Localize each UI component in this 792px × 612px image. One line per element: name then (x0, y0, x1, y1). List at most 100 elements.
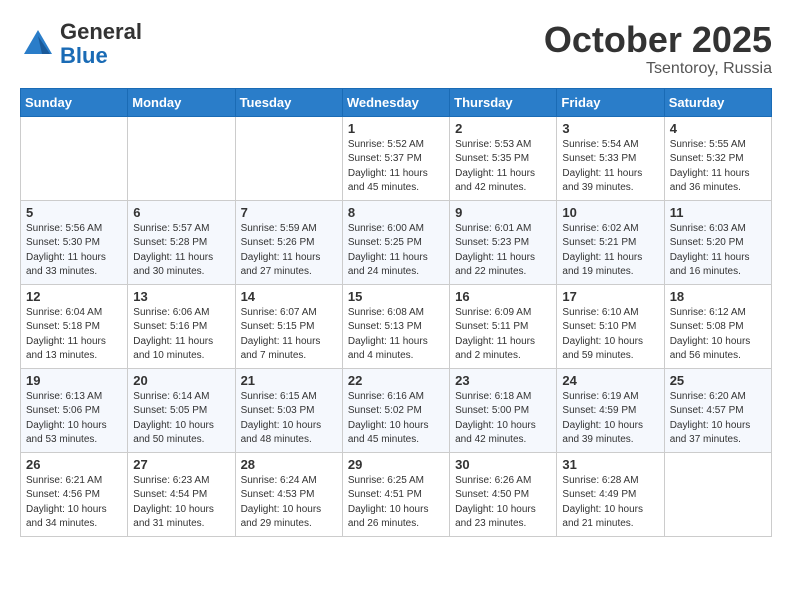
day-info: Sunrise: 6:19 AM Sunset: 4:59 PM Dayligh… (562, 390, 658, 448)
day-number: 26 (26, 457, 122, 472)
calendar-cell: 7 Sunrise: 5:59 AM Sunset: 5:26 PM Daylig… (235, 200, 342, 284)
day-info: Sunrise: 6:07 AM Sunset: 5:15 PM Dayligh… (241, 306, 337, 364)
calendar-cell: 25Sunrise: 6:20 AM Sunset: 4:57 PM Dayli… (664, 368, 771, 452)
weekday-header-friday: Friday (557, 88, 664, 116)
calendar-cell: 2Sunrise: 5:53 AM Sunset: 5:35 PM Daylig… (450, 116, 557, 200)
day-number: 18 (670, 289, 766, 304)
day-info: Sunrise: 5:59 AM Sunset: 5:26 PM Dayligh… (241, 222, 337, 280)
day-info: Sunrise: 6:13 AM Sunset: 5:06 PM Dayligh… (26, 390, 122, 448)
calendar-cell (664, 452, 771, 536)
day-info: Sunrise: 6:01 AM Sunset: 5:23 PM Dayligh… (455, 222, 551, 280)
day-info: Sunrise: 6:15 AM Sunset: 5:03 PM Dayligh… (241, 390, 337, 448)
calendar-week-row: 1 Sunrise: 5:52 AM Sunset: 5:37 PM Daylig… (21, 116, 772, 200)
day-number: 15 (348, 289, 444, 304)
calendar-cell: 4 Sunrise: 5:55 AM Sunset: 5:32 PM Daylig… (664, 116, 771, 200)
day-number: 28 (241, 457, 337, 472)
logo-text: GeneralBlue (60, 20, 142, 68)
logo-icon (20, 26, 56, 62)
calendar-cell: 24 Sunrise: 6:19 AM Sunset: 4:59 PM Dayli… (557, 368, 664, 452)
calendar-table: SundayMondayTuesdayWednesdayThursdayFrid… (20, 88, 772, 537)
calendar-cell: 15Sunrise: 6:08 AM Sunset: 5:13 PM Dayli… (342, 284, 449, 368)
day-number: 23 (455, 373, 551, 388)
day-info: Sunrise: 5:55 AM Sunset: 5:32 PM Dayligh… (670, 138, 766, 196)
calendar-cell: 19 Sunrise: 6:13 AM Sunset: 5:06 PM Dayli… (21, 368, 128, 452)
calendar-week-row: 26 Sunrise: 6:21 AM Sunset: 4:56 PM Dayli… (21, 452, 772, 536)
page-header: GeneralBlue October 2025 Tsentoroy, Russ… (20, 20, 772, 78)
title-block: October 2025 Tsentoroy, Russia (544, 20, 772, 78)
day-number: 14 (241, 289, 337, 304)
calendar-cell: 27 Sunrise: 6:23 AM Sunset: 4:54 PM Dayli… (128, 452, 235, 536)
day-info: Sunrise: 6:04 AM Sunset: 5:18 PM Dayligh… (26, 306, 122, 364)
day-info: Sunrise: 6:09 AM Sunset: 5:11 PM Dayligh… (455, 306, 551, 364)
calendar-cell: 6 Sunrise: 5:57 AM Sunset: 5:28 PM Daylig… (128, 200, 235, 284)
calendar-cell (21, 116, 128, 200)
calendar-cell: 13Sunrise: 6:06 AM Sunset: 5:16 PM Dayli… (128, 284, 235, 368)
weekday-header-tuesday: Tuesday (235, 88, 342, 116)
day-number: 19 (26, 373, 122, 388)
calendar-cell: 26 Sunrise: 6:21 AM Sunset: 4:56 PM Dayli… (21, 452, 128, 536)
day-number: 21 (241, 373, 337, 388)
day-number: 17 (562, 289, 658, 304)
calendar-cell: 18Sunrise: 6:12 AM Sunset: 5:08 PM Dayli… (664, 284, 771, 368)
day-number: 7 (241, 205, 337, 220)
calendar-cell: 5Sunrise: 5:56 AM Sunset: 5:30 PM Daylig… (21, 200, 128, 284)
calendar-cell: 9 Sunrise: 6:01 AM Sunset: 5:23 PM Daylig… (450, 200, 557, 284)
calendar-cell: 21 Sunrise: 6:15 AM Sunset: 5:03 PM Dayli… (235, 368, 342, 452)
day-info: Sunrise: 6:20 AM Sunset: 4:57 PM Dayligh… (670, 390, 766, 448)
day-number: 6 (133, 205, 229, 220)
location-title: Tsentoroy, Russia (544, 60, 772, 78)
day-number: 1 (348, 121, 444, 136)
calendar-cell: 17 Sunrise: 6:10 AM Sunset: 5:10 PM Dayli… (557, 284, 664, 368)
day-number: 5 (26, 205, 122, 220)
calendar-cell: 8 Sunrise: 6:00 AM Sunset: 5:25 PM Daylig… (342, 200, 449, 284)
weekday-header-thursday: Thursday (450, 88, 557, 116)
day-info: Sunrise: 6:16 AM Sunset: 5:02 PM Dayligh… (348, 390, 444, 448)
day-number: 29 (348, 457, 444, 472)
day-info: Sunrise: 6:10 AM Sunset: 5:10 PM Dayligh… (562, 306, 658, 364)
day-info: Sunrise: 5:52 AM Sunset: 5:37 PM Dayligh… (348, 138, 444, 196)
day-number: 3 (562, 121, 658, 136)
day-number: 24 (562, 373, 658, 388)
day-number: 12 (26, 289, 122, 304)
weekday-header-saturday: Saturday (664, 88, 771, 116)
calendar-cell: 16Sunrise: 6:09 AM Sunset: 5:11 PM Dayli… (450, 284, 557, 368)
calendar-cell: 10Sunrise: 6:02 AM Sunset: 5:21 PM Dayli… (557, 200, 664, 284)
day-info: Sunrise: 6:00 AM Sunset: 5:25 PM Dayligh… (348, 222, 444, 280)
day-info: Sunrise: 6:21 AM Sunset: 4:56 PM Dayligh… (26, 474, 122, 532)
day-number: 8 (348, 205, 444, 220)
day-number: 22 (348, 373, 444, 388)
calendar-cell: 1 Sunrise: 5:52 AM Sunset: 5:37 PM Daylig… (342, 116, 449, 200)
calendar-cell (235, 116, 342, 200)
calendar-cell: 23 Sunrise: 6:18 AM Sunset: 5:00 PM Dayli… (450, 368, 557, 452)
day-number: 27 (133, 457, 229, 472)
day-info: Sunrise: 6:03 AM Sunset: 5:20 PM Dayligh… (670, 222, 766, 280)
day-info: Sunrise: 6:06 AM Sunset: 5:16 PM Dayligh… (133, 306, 229, 364)
logo: GeneralBlue (20, 20, 142, 68)
day-info: Sunrise: 6:23 AM Sunset: 4:54 PM Dayligh… (133, 474, 229, 532)
calendar-cell: 22 Sunrise: 6:16 AM Sunset: 5:02 PM Dayli… (342, 368, 449, 452)
calendar-week-row: 12 Sunrise: 6:04 AM Sunset: 5:18 PM Dayli… (21, 284, 772, 368)
day-info: Sunrise: 6:26 AM Sunset: 4:50 PM Dayligh… (455, 474, 551, 532)
day-info: Sunrise: 5:54 AM Sunset: 5:33 PM Dayligh… (562, 138, 658, 196)
day-info: Sunrise: 6:24 AM Sunset: 4:53 PM Dayligh… (241, 474, 337, 532)
calendar-cell: 28 Sunrise: 6:24 AM Sunset: 4:53 PM Dayli… (235, 452, 342, 536)
day-info: Sunrise: 6:18 AM Sunset: 5:00 PM Dayligh… (455, 390, 551, 448)
day-info: Sunrise: 6:28 AM Sunset: 4:49 PM Dayligh… (562, 474, 658, 532)
day-number: 20 (133, 373, 229, 388)
day-number: 10 (562, 205, 658, 220)
day-info: Sunrise: 6:14 AM Sunset: 5:05 PM Dayligh… (133, 390, 229, 448)
weekday-header-sunday: Sunday (21, 88, 128, 116)
calendar-cell: 20 Sunrise: 6:14 AM Sunset: 5:05 PM Dayli… (128, 368, 235, 452)
weekday-header-monday: Monday (128, 88, 235, 116)
weekday-header-row: SundayMondayTuesdayWednesdayThursdayFrid… (21, 88, 772, 116)
day-info: Sunrise: 5:57 AM Sunset: 5:28 PM Dayligh… (133, 222, 229, 280)
day-info: Sunrise: 6:25 AM Sunset: 4:51 PM Dayligh… (348, 474, 444, 532)
day-info: Sunrise: 5:53 AM Sunset: 5:35 PM Dayligh… (455, 138, 551, 196)
calendar-cell: 29 Sunrise: 6:25 AM Sunset: 4:51 PM Dayli… (342, 452, 449, 536)
calendar-cell: 30Sunrise: 6:26 AM Sunset: 4:50 PM Dayli… (450, 452, 557, 536)
day-number: 9 (455, 205, 551, 220)
calendar-cell: 11 Sunrise: 6:03 AM Sunset: 5:20 PM Dayli… (664, 200, 771, 284)
weekday-header-wednesday: Wednesday (342, 88, 449, 116)
day-number: 4 (670, 121, 766, 136)
day-number: 11 (670, 205, 766, 220)
